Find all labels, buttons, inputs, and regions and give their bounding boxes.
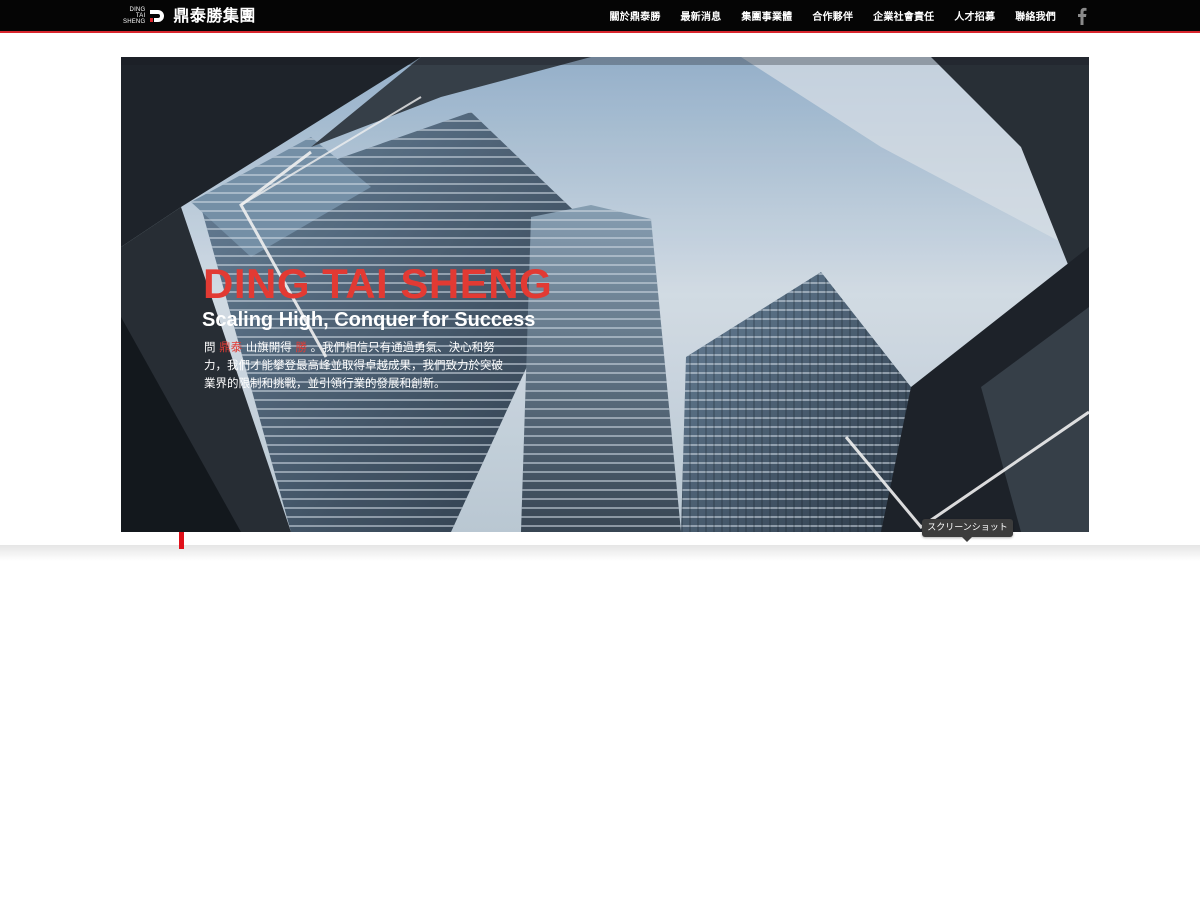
nav-item-careers[interactable]: 人才招募 [954,8,995,23]
logo-mark-icon [149,8,165,24]
hero-subtitle: Scaling High, Conquer for Success [202,309,536,331]
hero-body-text: 問 [204,340,220,354]
hero-body-highlight: 鼎泰 [219,340,243,354]
nav-item-about[interactable]: 關於鼎泰勝 [610,8,661,23]
nav-item-partners[interactable]: 合作夥伴 [812,8,853,23]
nav-item-business-units[interactable]: 集團事業體 [741,8,792,23]
section-red-marker [179,532,184,549]
nav-item-news[interactable]: 最新消息 [681,8,722,23]
logo-line: SHENG [123,19,146,25]
logo-company-name: 鼎泰勝集團 [173,6,256,25]
logo-wordmark-small: DING TAI SHENG [123,7,145,25]
hero-banner: DING TAI SHENG Scaling High, Conquer for… [121,57,1089,532]
site-logo[interactable]: DING TAI SHENG 鼎泰勝集團 [123,5,256,27]
hero-body-highlight: 勝 [295,340,307,354]
facebook-icon[interactable] [1076,7,1088,25]
hero-description: 問 鼎泰 山旗開得 勝 。我們相信只有通過勇氣、決心和努力，我們才能攀登最高峰並… [204,338,504,392]
hero-title: DING TAI SHENG [203,260,553,307]
screenshot-tooltip: スクリーンショット [922,519,1013,542]
nav-item-csr[interactable]: 企業社會責任 [873,8,934,23]
hero-body-text: 山旗開得 [242,340,296,354]
top-navigation-bar: DING TAI SHENG 鼎泰勝集團 關於鼎泰勝 最新消息 集團事業體 合作… [0,0,1200,33]
nav-item-contact[interactable]: 聯絡我們 [1015,8,1056,23]
main-nav: 關於鼎泰勝 最新消息 集團事業體 合作夥伴 企業社會責任 人才招募 聯絡我們 [590,0,1088,31]
